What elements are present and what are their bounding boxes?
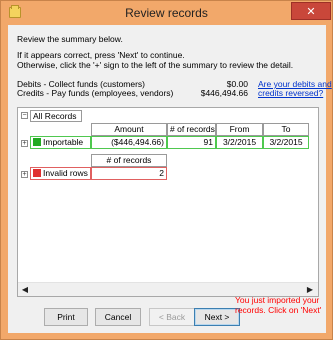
intro-text: Review the summary below. bbox=[17, 34, 123, 44]
invalid-records: 2 bbox=[91, 167, 167, 180]
importable-to: 3/2/2015 bbox=[263, 136, 309, 149]
header-to: To bbox=[263, 123, 309, 136]
back-button[interactable]: < Back bbox=[149, 308, 195, 326]
review-records-window: Review records ✕ Review the summary belo… bbox=[0, 0, 333, 340]
instruction-text-detail: Otherwise, click the '+' sign to the lef… bbox=[17, 60, 294, 70]
instruction-text: If it appears correct, press 'Next' to c… bbox=[17, 50, 185, 60]
close-button[interactable]: ✕ bbox=[291, 2, 331, 20]
dialog-body: Review the summary below. If it appears … bbox=[8, 25, 332, 333]
expand-invalid-icon[interactable]: + bbox=[21, 171, 28, 178]
import-hint-note: You just imported your records. Click on… bbox=[235, 295, 322, 315]
header-records: # of records bbox=[167, 123, 216, 136]
next-button[interactable]: Next > bbox=[194, 308, 240, 326]
window-title: Review records bbox=[125, 6, 208, 20]
importable-from: 3/2/2015 bbox=[216, 136, 263, 149]
importable-records: 91 bbox=[167, 136, 216, 149]
horizontal-scrollbar[interactable]: ◀ ▶ bbox=[18, 282, 318, 296]
all-records-node[interactable]: All Records bbox=[30, 110, 82, 122]
importable-label: Importable bbox=[43, 137, 84, 147]
importable-node[interactable]: Importable bbox=[30, 136, 91, 149]
credits-amount: $446,494.66 bbox=[200, 88, 248, 98]
invalid-rows-label: Invalid rows bbox=[43, 168, 88, 178]
print-button[interactable]: Print bbox=[44, 308, 88, 326]
collapse-icon[interactable]: − bbox=[21, 112, 28, 119]
scroll-left-icon[interactable]: ◀ bbox=[20, 285, 30, 294]
credits-label: Credits - Pay funds (employees, vendors) bbox=[17, 88, 174, 98]
header-from: From bbox=[216, 123, 263, 136]
header-amount: Amount bbox=[91, 123, 167, 136]
cancel-button[interactable]: Cancel bbox=[95, 308, 141, 326]
expand-importable-icon[interactable]: + bbox=[21, 140, 28, 147]
invalid-rows-node[interactable]: Invalid rows bbox=[30, 167, 91, 180]
red-status-icon bbox=[33, 169, 41, 177]
records-tree: − All Records Amount # of records From T… bbox=[17, 107, 319, 297]
importable-amount: ($446,494.66) bbox=[91, 136, 167, 149]
scroll-right-icon[interactable]: ▶ bbox=[305, 285, 315, 294]
reversed-link-line2[interactable]: credits reversed? bbox=[258, 88, 323, 98]
green-status-icon bbox=[33, 138, 41, 146]
invalid-header-records: # of records bbox=[91, 154, 167, 167]
title-bar: Review records ✕ bbox=[1, 1, 332, 25]
